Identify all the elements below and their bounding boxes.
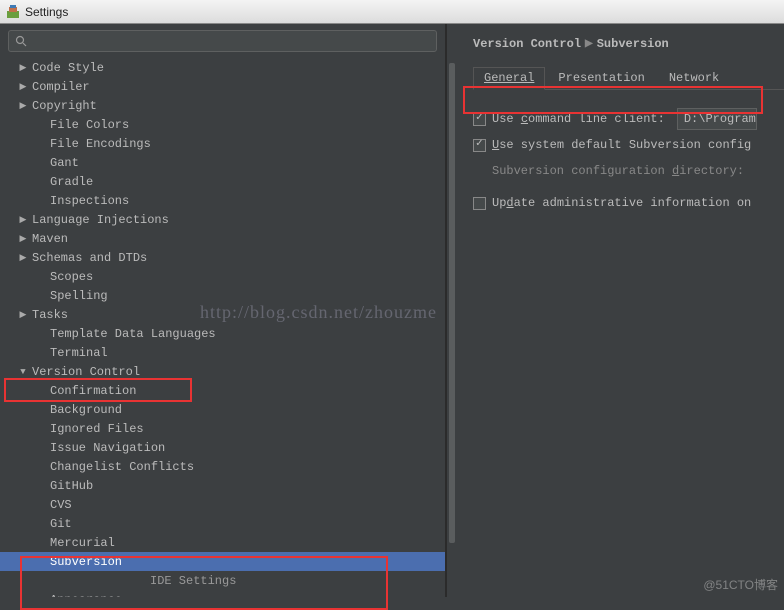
- tree-item-file-encodings[interactable]: File Encodings: [0, 134, 445, 153]
- expand-arrow-icon[interactable]: ▶: [18, 215, 28, 225]
- opt-config-dir: Subversion configuration directory:: [473, 158, 784, 184]
- search-input[interactable]: [31, 34, 430, 48]
- tree-item-issue-navigation[interactable]: Issue Navigation: [0, 438, 445, 457]
- tree-item-copyright[interactable]: ▶ Copyright: [0, 96, 445, 115]
- expand-arrow-icon[interactable]: ▶: [18, 234, 28, 244]
- tree-item-maven[interactable]: ▶ Maven: [0, 229, 445, 248]
- tree-item-confirmation[interactable]: Confirmation: [0, 381, 445, 400]
- tree-item-label: Copyright: [32, 99, 97, 113]
- tree-item-scopes[interactable]: Scopes: [0, 267, 445, 286]
- tab-general[interactable]: General: [473, 67, 545, 90]
- section-header-ide: IDE Settings: [0, 571, 445, 590]
- tree-item-label: Git: [50, 517, 72, 531]
- tree-item-label: Changelist Conflicts: [50, 460, 194, 474]
- tree-item-code-style[interactable]: ▶ Code Style: [0, 58, 445, 77]
- expand-arrow-icon[interactable]: ▼: [18, 367, 28, 377]
- tree-item-terminal[interactable]: Terminal: [0, 343, 445, 362]
- label-config-dir: Subversion configuration directory:: [492, 164, 744, 178]
- expand-arrow-icon[interactable]: ▶: [18, 82, 28, 92]
- app-icon: [6, 5, 20, 19]
- settings-tree[interactable]: ▶ Code Style ▶ Compiler ▶ Copyright File Color…: [0, 56, 445, 597]
- tree-item-inspections[interactable]: Inspections: [0, 191, 445, 210]
- settings-tree-panel: ▶ Code Style ▶ Compiler ▶ Copyright File Color…: [0, 24, 446, 597]
- tree-item-spelling[interactable]: Spelling: [0, 286, 445, 305]
- tree-item-background[interactable]: Background: [0, 400, 445, 419]
- tree-item-label: GitHub: [50, 479, 93, 493]
- scrollbar-thumb[interactable]: [449, 63, 455, 543]
- checkbox-update-admin[interactable]: [473, 197, 486, 210]
- tree-item-label: Compiler: [32, 80, 90, 94]
- label-use-system: Use system default Subversion config: [492, 138, 751, 152]
- tree-item-label: Gradle: [50, 175, 93, 189]
- tree-item-label: Issue Navigation: [50, 441, 165, 455]
- input-cli-path[interactable]: D:\Program: [677, 108, 757, 130]
- opt-use-cli: Use command line client: D:\Program: [473, 106, 784, 132]
- breadcrumb: Version Control ▶ Subversion: [473, 34, 784, 54]
- tree-item-label: Ignored Files: [50, 422, 144, 436]
- tree-item-label: Template Data Languages: [50, 327, 216, 341]
- tree-item-tasks[interactable]: ▶ Tasks: [0, 305, 445, 324]
- breadcrumb-root[interactable]: Version Control: [473, 37, 581, 51]
- label-use-cli: Use command line client:: [492, 112, 665, 126]
- tree-item-label: CVS: [50, 498, 72, 512]
- tree-item-label: Spelling: [50, 289, 108, 303]
- expand-arrow-icon[interactable]: ▶: [18, 101, 28, 111]
- tree-item-file-colors[interactable]: File Colors: [0, 115, 445, 134]
- search-input-wrap[interactable]: [8, 30, 437, 52]
- tree-item-language-injections[interactable]: ▶ Language Injections: [0, 210, 445, 229]
- tree-item-label: Version Control: [32, 365, 140, 379]
- tree-item-version-control[interactable]: ▼ Version Control: [0, 362, 445, 381]
- expand-arrow-icon[interactable]: ▶: [18, 253, 28, 263]
- opt-use-system-config: Use system default Subversion config: [473, 132, 784, 158]
- checkbox-use-system[interactable]: [473, 139, 486, 152]
- search-icon: [15, 35, 27, 47]
- tree-item-gradle[interactable]: Gradle: [0, 172, 445, 191]
- settings-detail-panel: Version Control ▶ Subversion General Pre…: [457, 24, 784, 597]
- tree-item-label: Subversion: [50, 555, 122, 569]
- tree-item-label: Scopes: [50, 270, 93, 284]
- tree-item-label: Background: [50, 403, 122, 417]
- tree-item-label: Inspections: [50, 194, 129, 208]
- tree-item-label: Schemas and DTDs: [32, 251, 147, 265]
- tree-item-mercurial[interactable]: Mercurial: [0, 533, 445, 552]
- tree-item-label: Code Style: [32, 61, 104, 75]
- expand-arrow-icon[interactable]: ▶: [18, 310, 28, 320]
- window-title: Settings: [25, 5, 68, 19]
- tree-item-schemas-and-dtds[interactable]: ▶ Schemas and DTDs: [0, 248, 445, 267]
- tree-item-compiler[interactable]: ▶ Compiler: [0, 77, 445, 96]
- tabs: General Presentation Network: [473, 66, 784, 90]
- tree-item-github[interactable]: GitHub: [0, 476, 445, 495]
- label-update-admin: Update administrative information on: [492, 196, 751, 210]
- tree-item-appearance[interactable]: Annearance: [0, 590, 445, 597]
- titlebar: Settings: [0, 0, 784, 24]
- tree-item-label: Terminal: [50, 346, 108, 360]
- tree-item-label: Gant: [50, 156, 79, 170]
- tree-item-changelist-conflicts[interactable]: Changelist Conflicts: [0, 457, 445, 476]
- tree-item-gant[interactable]: Gant: [0, 153, 445, 172]
- tree-item-cvs[interactable]: CVS: [0, 495, 445, 514]
- tree-item-label: File Encodings: [50, 137, 151, 151]
- checkbox-use-cli[interactable]: [473, 113, 486, 126]
- tree-item-label: Mercurial: [50, 536, 115, 550]
- tree-item-label: Tasks: [32, 308, 68, 322]
- tree-item-label: Confirmation: [50, 384, 136, 398]
- tree-item-template-data-languages[interactable]: Template Data Languages: [0, 324, 445, 343]
- tree-item-label: Maven: [32, 232, 68, 246]
- tree-item-label: File Colors: [50, 118, 129, 132]
- breadcrumb-current: Subversion: [597, 37, 669, 51]
- tab-presentation[interactable]: Presentation: [547, 67, 655, 90]
- options-container: Use command line client: D:\Program Use …: [473, 106, 784, 216]
- left-scrollbar[interactable]: [446, 24, 457, 597]
- tree-item-subversion[interactable]: Subversion: [0, 552, 445, 571]
- chevron-right-icon: ▶: [585, 38, 593, 50]
- expand-arrow-icon[interactable]: ▶: [18, 63, 28, 73]
- tree-item-label: Language Injections: [32, 213, 169, 227]
- tab-network[interactable]: Network: [658, 67, 730, 90]
- tree-item-git[interactable]: Git: [0, 514, 445, 533]
- opt-update-admin: Update administrative information on: [473, 190, 784, 216]
- tree-item-ignored-files[interactable]: Ignored Files: [0, 419, 445, 438]
